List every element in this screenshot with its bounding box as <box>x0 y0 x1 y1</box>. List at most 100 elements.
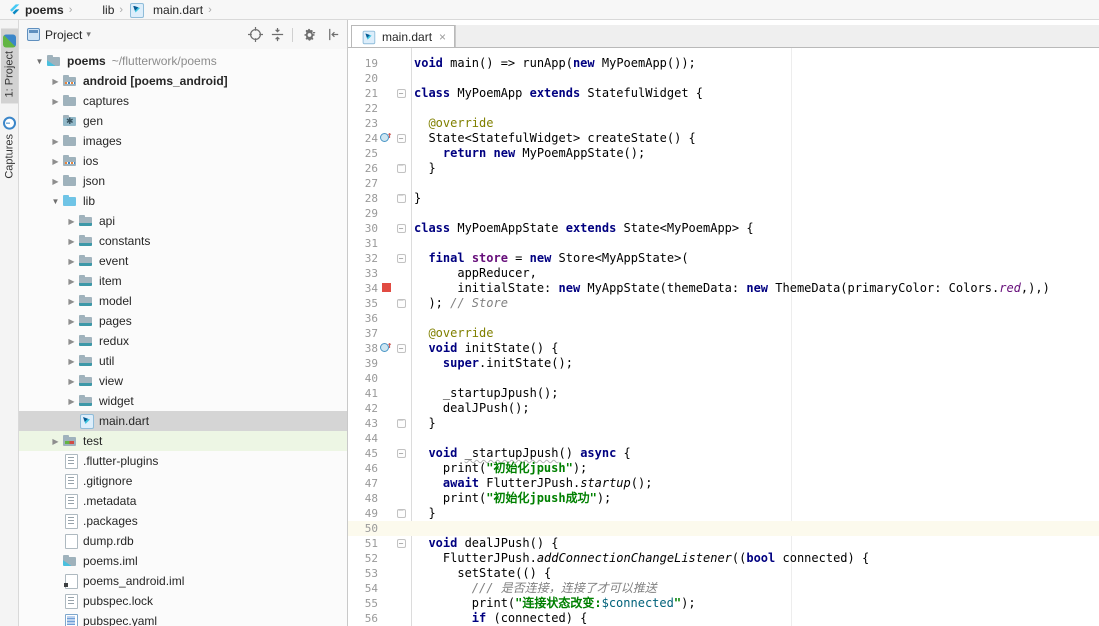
line-number[interactable]: 47 <box>348 476 378 491</box>
gutter[interactable]: 48 <box>348 491 414 506</box>
gutter[interactable]: 50 <box>348 521 414 536</box>
code-line-26[interactable]: 26 ‾ } <box>348 161 1099 176</box>
chevron-collapsed-icon[interactable]: ▶ <box>65 217 78 226</box>
overriding-method-icon[interactable] <box>380 129 392 144</box>
gutter[interactable]: 43 ‾ <box>348 416 414 431</box>
fold-start-icon[interactable]: − <box>394 536 408 551</box>
line-number[interactable]: 52 <box>348 551 378 566</box>
chevron-collapsed-icon[interactable]: ▶ <box>65 297 78 306</box>
line-number[interactable]: 25 <box>348 146 378 161</box>
code-text[interactable]: } <box>414 161 1099 176</box>
line-number[interactable]: 27 <box>348 176 378 191</box>
hide-panel-icon[interactable] <box>326 27 341 42</box>
gutter[interactable]: 36 <box>348 311 414 326</box>
code-text[interactable]: void _startupJpush() async { <box>414 446 1099 461</box>
chevron-collapsed-icon[interactable]: ▶ <box>49 77 62 86</box>
code-line-28[interactable]: 28 ‾} <box>348 191 1099 206</box>
line-number[interactable]: 34 <box>348 281 378 296</box>
code-text[interactable]: _startupJpush(); <box>414 386 1099 401</box>
tree-item-item[interactable]: ▶ item <box>19 271 347 291</box>
breadcrumb-item-lib[interactable]: lib <box>77 2 114 18</box>
fold-start-icon[interactable]: − <box>394 86 408 101</box>
code-line-24[interactable]: 24 − State<StatefulWidget> createState() … <box>348 129 1099 146</box>
gutter[interactable]: 19 <box>348 56 414 71</box>
gutter[interactable]: 52 <box>348 551 414 566</box>
code-line-49[interactable]: 49 ‾ } <box>348 506 1099 521</box>
code-line-39[interactable]: 39 super.initState(); <box>348 356 1099 371</box>
tree-item-main-dart[interactable]: main.dart <box>19 411 347 431</box>
code-text[interactable]: FlutterJPush.addConnectionChangeListener… <box>414 551 1099 566</box>
tree-item-gen[interactable]: gen <box>19 111 347 131</box>
breadcrumb-item-main-dart[interactable]: main.dart <box>128 2 203 18</box>
gutter[interactable]: 30 − <box>348 221 414 236</box>
line-number[interactable]: 33 <box>348 266 378 281</box>
code-line-35[interactable]: 35 ‾ ); // Store <box>348 296 1099 311</box>
tree-item-pages[interactable]: ▶ pages <box>19 311 347 331</box>
fold-end-icon[interactable]: ‾ <box>394 506 408 521</box>
chevron-collapsed-icon[interactable]: ▶ <box>65 237 78 246</box>
code-text[interactable]: print("初始化jpush成功"); <box>414 491 1099 506</box>
tree-item-widget[interactable]: ▶ widget <box>19 391 347 411</box>
fold-start-icon[interactable]: − <box>394 446 408 461</box>
fold-start-icon[interactable]: − <box>394 221 408 236</box>
breadcrumb-item-poems[interactable]: poems <box>8 3 64 17</box>
code-line-50[interactable]: 50 <box>348 521 1099 536</box>
code-line-19[interactable]: 19 void main() => runApp(new MyPoemApp())… <box>348 56 1099 71</box>
line-number[interactable]: 56 <box>348 611 378 626</box>
line-number[interactable]: 35 <box>348 296 378 311</box>
tree-item-view[interactable]: ▶ view <box>19 371 347 391</box>
chevron-collapsed-icon[interactable]: ▶ <box>65 397 78 406</box>
tree-item--metadata[interactable]: .metadata <box>19 491 347 511</box>
line-number[interactable]: 55 <box>348 596 378 611</box>
line-number[interactable]: 37 <box>348 326 378 341</box>
line-number[interactable]: 40 <box>348 371 378 386</box>
code-line-25[interactable]: 25 return new MyPoemAppState(); <box>348 146 1099 161</box>
line-number[interactable]: 22 <box>348 101 378 116</box>
tree-item-poems-iml[interactable]: poems.iml <box>19 551 347 571</box>
code-line-51[interactable]: 51 − void dealJPush() { <box>348 536 1099 551</box>
tree-item--flutter-plugins[interactable]: .flutter-plugins <box>19 451 347 471</box>
tree-item-event[interactable]: ▶ event <box>19 251 347 271</box>
tree-item-captures[interactable]: ▶ captures <box>19 91 347 111</box>
code-text[interactable]: setState(() { <box>414 566 1099 581</box>
chevron-down-icon[interactable]: ▾ <box>86 29 91 40</box>
fold-start-icon[interactable]: − <box>394 131 408 146</box>
code-text[interactable]: ); // Store <box>414 296 1099 311</box>
code-line-34[interactable]: 34 initialState: new MyAppState(themeDat… <box>348 281 1099 296</box>
toolwindow-tab-project[interactable]: 1: Project <box>0 28 18 104</box>
tree-item-android-poems-android-[interactable]: ▶ android [poems_android] <box>19 71 347 91</box>
tree-item--gitignore[interactable]: .gitignore <box>19 471 347 491</box>
gutter[interactable]: 39 <box>348 356 414 371</box>
code-line-37[interactable]: 37 @override <box>348 326 1099 341</box>
chevron-collapsed-icon[interactable]: ▶ <box>65 317 78 326</box>
gutter[interactable]: 55 <box>348 596 414 611</box>
gutter[interactable]: 24 − <box>348 129 414 146</box>
line-number[interactable]: 48 <box>348 491 378 506</box>
code-text[interactable] <box>414 371 1099 386</box>
fold-end-icon[interactable]: ‾ <box>394 416 408 431</box>
collapse-all-icon[interactable] <box>270 27 285 42</box>
gutter[interactable]: 35 ‾ <box>348 296 414 311</box>
code-line-30[interactable]: 30 − class MyPoemAppState extends State<My… <box>348 221 1099 236</box>
fold-end-icon[interactable]: ‾ <box>394 161 408 176</box>
line-number[interactable]: 45 <box>348 446 378 461</box>
line-number[interactable]: 38 <box>348 341 378 356</box>
code-text[interactable] <box>414 71 1099 86</box>
gutter[interactable]: 28 ‾ <box>348 191 414 206</box>
color-preview-red-icon[interactable] <box>381 283 391 292</box>
chevron-collapsed-icon[interactable]: ▶ <box>49 157 62 166</box>
tree-item-poems-android-iml[interactable]: poems_android.iml <box>19 571 347 591</box>
gutter[interactable]: 53 <box>348 566 414 581</box>
line-number[interactable]: 53 <box>348 566 378 581</box>
code-text[interactable] <box>414 236 1099 251</box>
chevron-expanded-icon[interactable]: ▼ <box>49 197 62 206</box>
gutter[interactable]: 20 <box>348 71 414 86</box>
tree-item-util[interactable]: ▶ util <box>19 351 347 371</box>
code-line-33[interactable]: 33 appReducer, <box>348 266 1099 281</box>
gutter[interactable]: 46 <box>348 461 414 476</box>
line-number[interactable]: 19 <box>348 56 378 71</box>
line-number[interactable]: 39 <box>348 356 378 371</box>
code-text[interactable] <box>414 206 1099 221</box>
tree-item-pubspec-yaml[interactable]: pubspec.yaml <box>19 611 347 626</box>
line-number[interactable]: 21 <box>348 86 378 101</box>
